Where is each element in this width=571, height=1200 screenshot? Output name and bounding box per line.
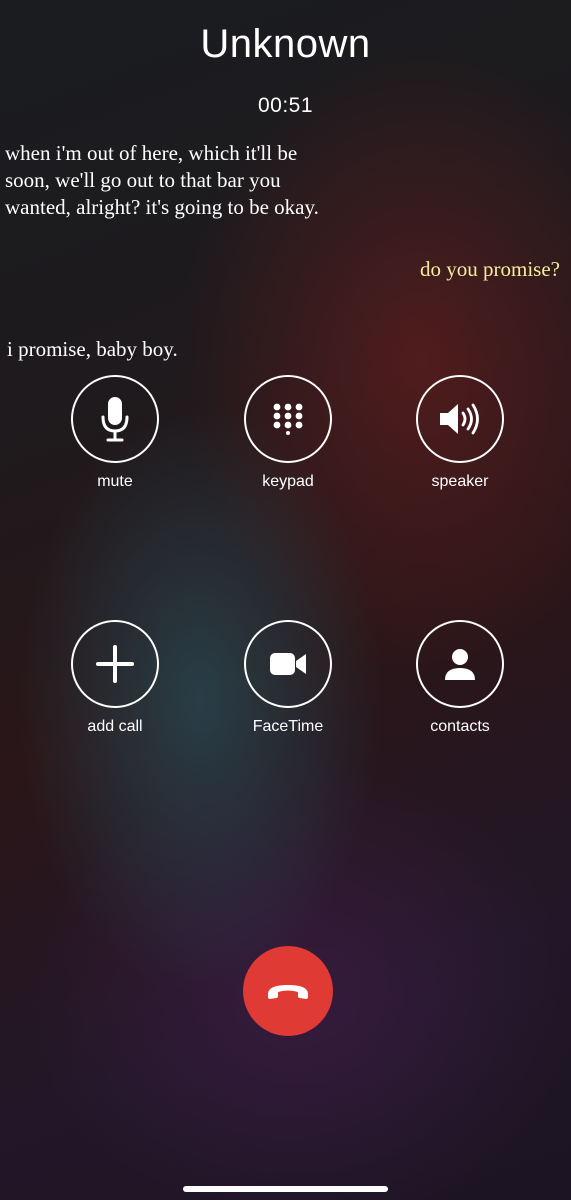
call-screen: Unknown 00:51 when i'm out of here, whic…	[0, 0, 571, 1200]
keypad-icon	[273, 403, 303, 435]
add-call-label: add call	[87, 718, 143, 735]
subtitle-line: do you promise?	[420, 257, 560, 281]
facetime-label: FaceTime	[252, 718, 324, 735]
facetime-button-circle[interactable]	[244, 620, 332, 708]
person-icon	[445, 649, 475, 680]
add-call-button-circle[interactable]	[71, 620, 159, 708]
plus-icon	[96, 645, 134, 683]
microphone-icon	[101, 397, 129, 442]
call-timer: 00:51	[257, 94, 314, 117]
facetime-button[interactable]: FaceTime	[233, 620, 343, 736]
speaker-button[interactable]: speaker	[405, 375, 515, 491]
add-call-button[interactable]: add call	[60, 620, 170, 736]
speaker-icon	[440, 403, 479, 435]
keypad-button-circle[interactable]	[244, 375, 332, 463]
caller-name: Unknown	[200, 22, 371, 66]
contacts-button-circle[interactable]	[416, 620, 504, 708]
keypad-label: keypad	[262, 473, 314, 490]
mute-label: mute	[97, 473, 133, 490]
subtitle-line: when i'm out of here, which it'll be soo…	[5, 141, 319, 219]
contacts-label: contacts	[430, 718, 490, 735]
video-camera-icon	[270, 653, 306, 675]
end-call-button[interactable]	[243, 946, 333, 1036]
speaker-label: speaker	[431, 473, 489, 490]
speaker-button-circle[interactable]	[416, 375, 504, 463]
keypad-button[interactable]: keypad	[233, 375, 343, 491]
contacts-button[interactable]: contacts	[405, 620, 515, 736]
mute-button-circle[interactable]	[71, 375, 159, 463]
home-indicator[interactable]	[183, 1186, 388, 1192]
hang-up-icon	[268, 985, 308, 999]
mute-button[interactable]: mute	[60, 375, 170, 491]
subtitle-line: i promise, baby boy.	[7, 337, 178, 361]
